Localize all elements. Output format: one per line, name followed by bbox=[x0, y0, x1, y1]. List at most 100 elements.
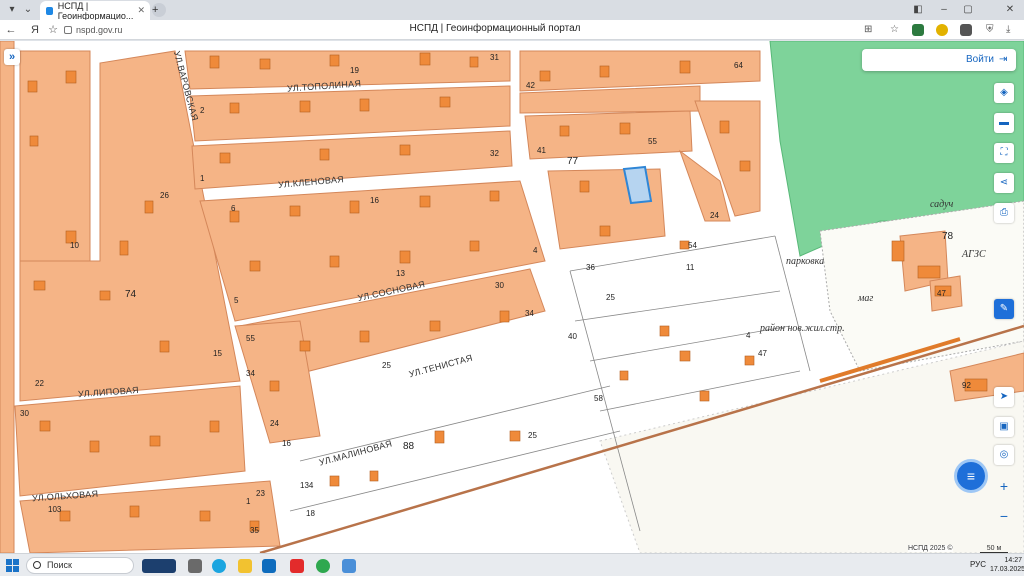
house-number: 36 bbox=[586, 263, 595, 272]
house-number: 4 bbox=[746, 331, 751, 340]
clock-date: 17.03.2025 bbox=[990, 566, 1024, 573]
tab-close-icon[interactable]: ✕ bbox=[137, 5, 145, 16]
house-number: 31 bbox=[490, 53, 499, 62]
layers-icon[interactable]: ◈ bbox=[994, 83, 1014, 103]
parcel-block bbox=[519, 50, 761, 92]
tab-nspd[interactable]: НСПД | Геоинформацио... ✕ bbox=[40, 0, 150, 21]
maximize-icon[interactable]: ▢ bbox=[962, 4, 974, 16]
back-icon[interactable]: ← bbox=[4, 23, 18, 37]
url-text: nspd.gov.ru bbox=[76, 25, 123, 35]
house-number: 10 bbox=[70, 241, 79, 250]
house-number: 55 bbox=[246, 334, 255, 343]
translate-icon[interactable]: ⊞ bbox=[864, 24, 876, 36]
house-number: 19 bbox=[350, 66, 359, 75]
taskbar-search[interactable]: Поиск bbox=[26, 557, 134, 574]
bookmark-icon[interactable]: ◧ bbox=[912, 4, 924, 16]
share-icon[interactable]: ⋖ bbox=[994, 173, 1014, 193]
house-number: 25 bbox=[382, 361, 391, 370]
extension-dark-icon[interactable] bbox=[960, 24, 972, 36]
extension-icon[interactable] bbox=[912, 24, 924, 36]
house-number: 103 bbox=[48, 505, 62, 514]
nspd-favicon-icon bbox=[46, 6, 53, 15]
browser-tab-bar: ▾ ⌄ НСПД | Геоинформацио... ✕ + ◧ – ▢ ✕ bbox=[0, 0, 1024, 21]
house-number: 92 bbox=[962, 381, 971, 390]
widgets-icon[interactable] bbox=[142, 559, 176, 573]
locate-icon[interactable]: ➤ bbox=[994, 387, 1014, 407]
language-indicator[interactable]: РУС bbox=[970, 560, 986, 569]
house-number: 25 bbox=[528, 431, 537, 440]
house-number: 35 bbox=[250, 526, 259, 535]
expand-panel-button[interactable]: » bbox=[4, 49, 20, 65]
bookmark-map-icon[interactable]: ▣ bbox=[994, 417, 1014, 437]
bookmark-star-icon[interactable]: ☆ bbox=[890, 24, 902, 36]
tab-menu-icon[interactable]: ▾ bbox=[6, 4, 18, 16]
print-icon[interactable]: ⎙ bbox=[994, 203, 1014, 223]
search-placeholder: Поиск bbox=[47, 560, 72, 570]
login-bar[interactable]: Войти ⇥ bbox=[862, 49, 1016, 71]
assistant-icon[interactable]: ✎ bbox=[994, 299, 1014, 319]
address-bar[interactable]: nspd.gov.ru bbox=[64, 22, 142, 38]
login-icon[interactable]: ⇥ bbox=[999, 54, 1010, 65]
house-number: 22 bbox=[35, 379, 44, 388]
edge-icon[interactable] bbox=[212, 559, 226, 573]
house-number: 30 bbox=[495, 281, 504, 290]
geolocation-icon[interactable]: ◎ bbox=[994, 445, 1014, 465]
browser-toolbar: ← Я ☆ nspd.gov.ru НСПД | Геоинформационн… bbox=[0, 20, 1024, 40]
house-number: 30 bbox=[20, 409, 29, 418]
close-window-icon[interactable]: ✕ bbox=[1004, 4, 1016, 16]
house-number: 47 bbox=[758, 349, 767, 358]
chat-button[interactable]: ≡ bbox=[954, 459, 988, 493]
house-number: 134 bbox=[300, 481, 314, 490]
house-number: 13 bbox=[396, 269, 405, 278]
house-number: 16 bbox=[370, 196, 379, 205]
page-title: НСПД | Геоинформационный портал bbox=[409, 23, 581, 34]
zoom-in-button[interactable]: + bbox=[994, 477, 1014, 495]
yandex-icon[interactable]: Я bbox=[28, 23, 42, 37]
task-view-icon[interactable] bbox=[188, 559, 202, 573]
extension-yellow-icon[interactable] bbox=[936, 24, 948, 36]
house-number: 15 bbox=[213, 349, 222, 358]
map-annotation: район нов.жил.стр. bbox=[760, 323, 845, 334]
app-icon[interactable] bbox=[342, 559, 356, 573]
windows-start-icon[interactable] bbox=[6, 559, 19, 572]
download-icon[interactable]: ⤓ bbox=[1006, 24, 1018, 36]
clock[interactable]: 14:27 17.03.2025 bbox=[990, 556, 1024, 574]
parcel-block bbox=[191, 130, 513, 190]
explorer-icon[interactable] bbox=[238, 559, 252, 573]
parcel-block bbox=[189, 85, 511, 142]
outlook-icon[interactable] bbox=[262, 559, 276, 573]
shield-icon[interactable]: ⛨ bbox=[986, 24, 998, 36]
chrome-icon[interactable] bbox=[316, 559, 330, 573]
map-annotation: маг bbox=[858, 293, 874, 304]
house-number: 25 bbox=[606, 293, 615, 302]
yandex-browser-icon[interactable] bbox=[290, 559, 304, 573]
map-attribution: НСПД 2025 © bbox=[908, 545, 953, 552]
parcel-block bbox=[14, 385, 246, 497]
map-annotation: садуч bbox=[930, 199, 954, 210]
cadastral-map[interactable]: УЛ.ТОПОЛИНАЯ УЛ.КЛЕНОВАЯ УЛ.СОСНОВАЯ УЛ.… bbox=[0, 41, 1024, 553]
house-number: 42 bbox=[526, 81, 535, 90]
house-number: 64 bbox=[734, 61, 743, 70]
minimize-icon[interactable]: – bbox=[938, 4, 950, 16]
house-number: 4 bbox=[533, 246, 538, 255]
favorites-icon[interactable]: ☆ bbox=[46, 23, 60, 37]
login-button[interactable]: Войти bbox=[966, 54, 994, 65]
measure-icon[interactable]: ▬ bbox=[994, 113, 1014, 133]
house-number: 26 bbox=[160, 191, 169, 200]
select-area-icon[interactable]: ⛶ bbox=[994, 143, 1014, 163]
quarter-label: 88 bbox=[403, 441, 415, 452]
house-number: 41 bbox=[537, 146, 546, 155]
tab-title: НСПД | Геоинформацио... bbox=[57, 0, 134, 21]
zoom-out-button[interactable]: − bbox=[994, 507, 1014, 525]
new-tab-button[interactable]: + bbox=[152, 3, 166, 17]
house-number: 55 bbox=[648, 137, 657, 146]
tab-list-icon[interactable]: ⌄ bbox=[22, 4, 34, 16]
house-number: 11 bbox=[686, 263, 695, 272]
map-annotation: АГЗС bbox=[962, 249, 986, 260]
house-number: 1 bbox=[246, 497, 251, 506]
quarter-label: 74 bbox=[125, 289, 137, 300]
house-number: 2 bbox=[200, 106, 205, 115]
os-taskbar: Поиск РУС 14:27 17.03.2025 bbox=[0, 553, 1024, 576]
house-number: 5 bbox=[234, 296, 239, 305]
house-number: 1 bbox=[200, 174, 205, 183]
